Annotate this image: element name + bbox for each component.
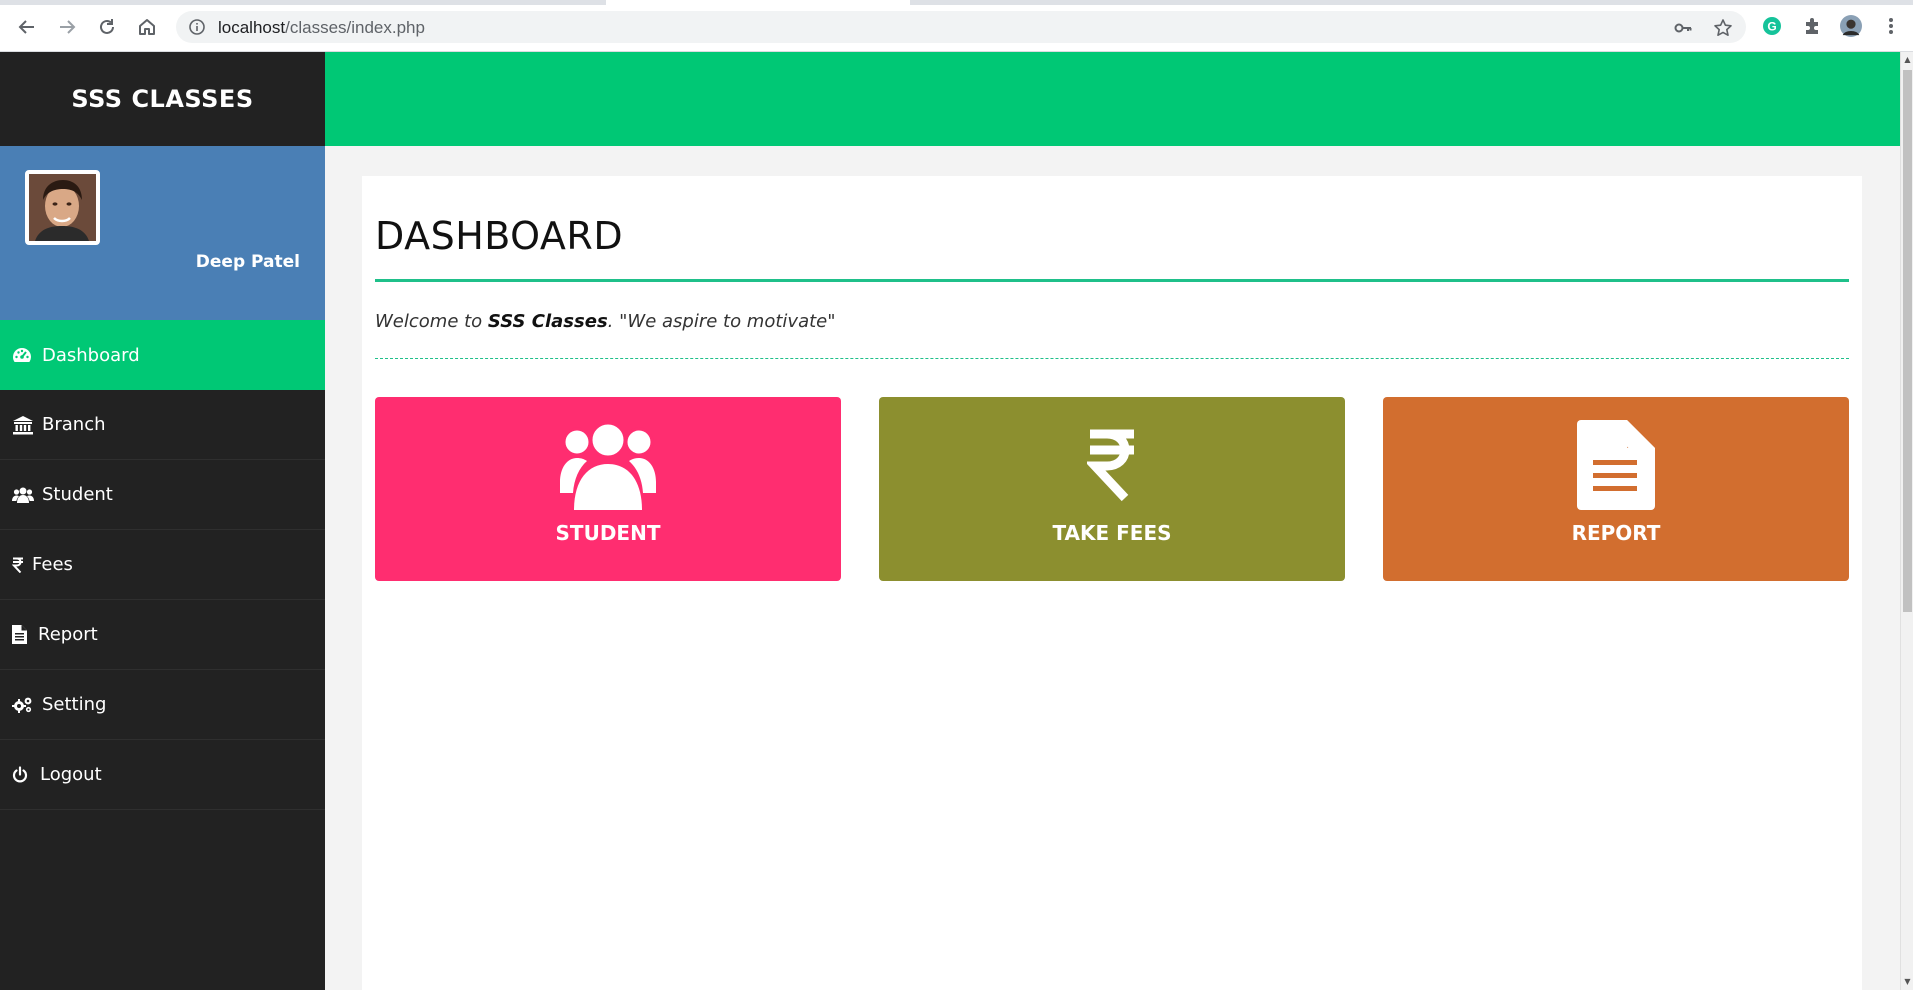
brand-title[interactable]: SSS CLASSES [0,52,325,146]
main-content-panel: DASHBOARD Welcome to SSS Classes. "We as… [362,176,1862,990]
back-arrow-icon[interactable] [12,12,42,42]
extensions-puzzle-icon[interactable] [1801,15,1823,37]
sidebar-item-label: Setting [42,694,107,715]
tile-label: STUDENT [555,521,661,545]
report-tile[interactable]: REPORT [1383,397,1849,581]
dashed-divider [375,358,1849,359]
users-icon [12,486,42,504]
page-title: DASHBOARD [375,214,624,258]
file-text-icon [12,625,38,644]
welcome-prefix: Welcome to [375,311,488,332]
users-icon [560,419,656,511]
scroll-down-arrow-icon[interactable]: ▼ [1903,977,1912,987]
forward-arrow-icon[interactable] [52,12,82,42]
sidebar-item-label: Student [42,484,113,505]
reload-icon[interactable] [92,12,122,42]
bank-icon [12,415,42,435]
browser-toolbar: localhost/classes/index.php G [0,0,1913,52]
tile-label: TAKE FEES [1052,521,1172,545]
welcome-suffix: . "We aspire to motivate" [607,311,836,332]
take-fees-tile[interactable]: TAKE FEES [879,397,1345,581]
kebab-menu-icon[interactable] [1880,15,1902,37]
welcome-brand: SSS Classes [487,311,608,332]
url-host: localhost [218,18,286,37]
sidebar-item-dashboard[interactable]: Dashboard [0,320,325,390]
sidebar-item-label: Dashboard [42,344,140,366]
rupee-icon [12,557,32,573]
url-text: localhost/classes/index.php [218,18,425,38]
grammarly-icon[interactable]: G [1761,15,1783,37]
power-icon [12,766,40,783]
tab-strip [0,0,1913,5]
sidebar-item-label: Branch [42,414,106,435]
title-divider [375,279,1849,282]
sidebar-item-label: Report [38,624,98,645]
scroll-up-arrow-icon[interactable]: ▲ [1903,55,1912,65]
url-path: /classes/index.php [285,18,425,37]
sidebar-item-label: Fees [32,554,73,575]
tile-label: REPORT [1571,521,1661,545]
welcome-message: Welcome to SSS Classes. "We aspire to mo… [375,311,836,332]
avatar [25,170,100,245]
home-icon[interactable] [132,12,162,42]
tachometer-icon [12,346,42,364]
sidebar-item-student[interactable]: Student [0,460,325,530]
page-scrollbar[interactable]: ▲ ▼ [1900,52,1913,990]
sidebar-item-fees[interactable]: Fees [0,530,325,600]
info-icon[interactable] [188,18,206,40]
gears-icon [12,696,42,714]
profile-avatar-icon[interactable] [1840,15,1862,37]
scrollbar-thumb[interactable] [1903,70,1912,612]
key-icon[interactable] [1672,17,1694,39]
address-bar[interactable]: localhost/classes/index.php [176,11,1746,43]
file-text-icon [1577,419,1655,511]
sidebar-item-branch[interactable]: Branch [0,390,325,460]
sidebar: SSS CLASSES Deep Patel Dashboard Branch [0,52,325,990]
sidebar-item-logout[interactable]: Logout [0,740,325,810]
student-tile[interactable]: STUDENT [375,397,841,581]
user-profile-panel: Deep Patel [0,146,325,320]
sidebar-item-label: Logout [40,764,102,785]
top-header-bar [325,52,1900,146]
star-icon[interactable] [1712,17,1734,39]
rupee-icon [1087,419,1137,511]
user-name: Deep Patel [195,252,300,272]
sidebar-item-report[interactable]: Report [0,600,325,670]
svg-text:G: G [1767,20,1776,34]
active-tab[interactable] [606,0,910,5]
sidebar-item-setting[interactable]: Setting [0,670,325,740]
